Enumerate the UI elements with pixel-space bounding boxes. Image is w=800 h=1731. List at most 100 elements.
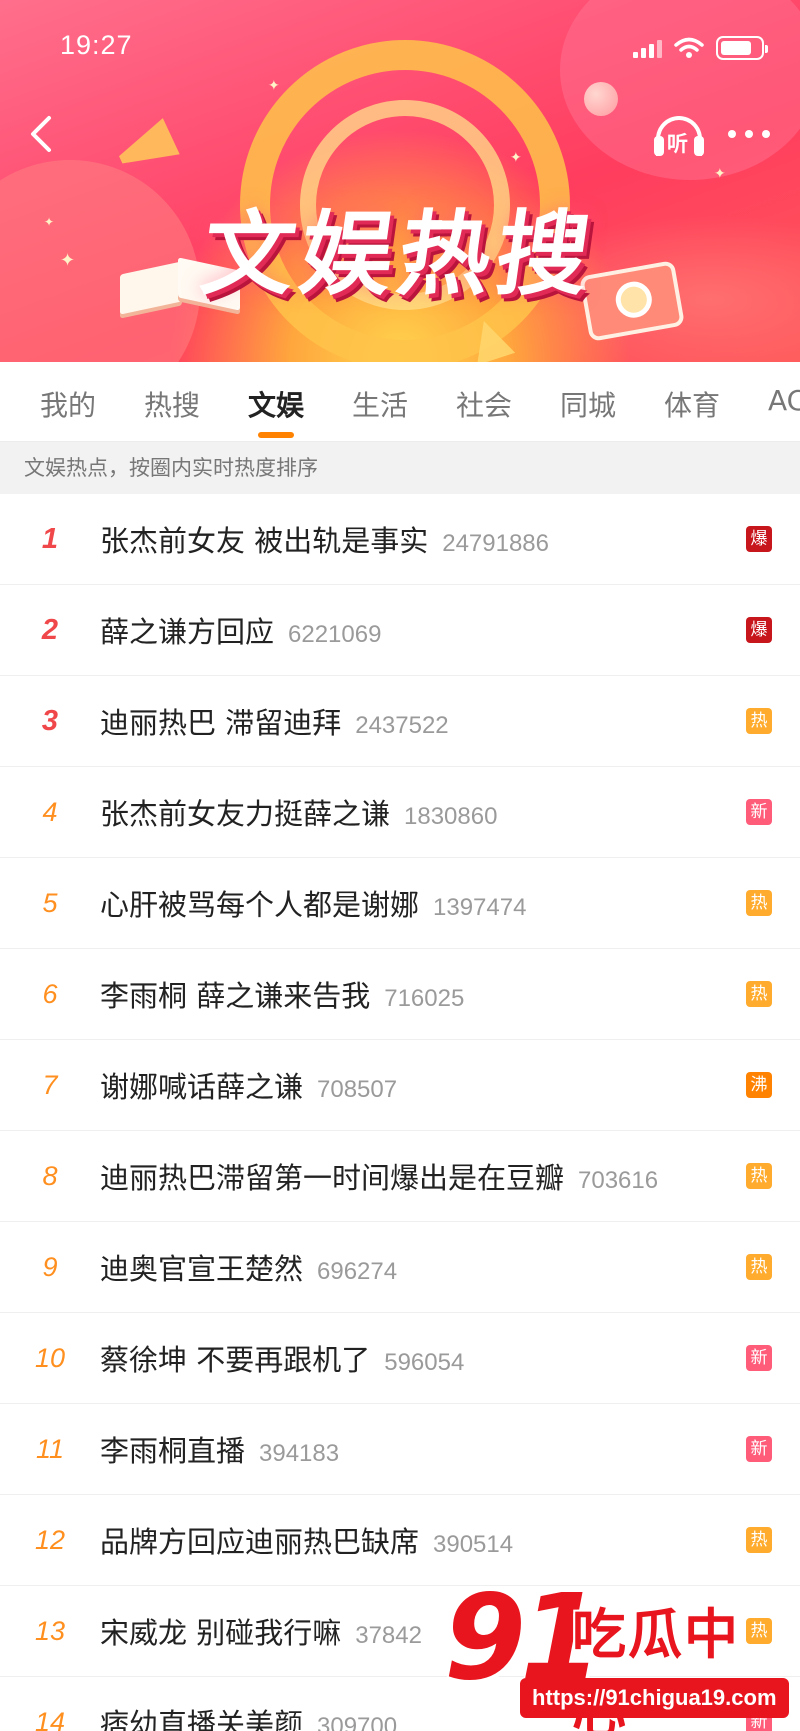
list-item[interactable]: 4 张杰前女友力挺薛之谦 1830860 新 bbox=[0, 767, 800, 858]
item-title-wrap: 谢娜喊话薛之谦 708507 bbox=[100, 1064, 397, 1106]
item-title: 心肝被骂每个人都是谢娜 bbox=[100, 888, 420, 922]
list-item[interactable]: 12 品牌方回应迪丽热巴缺席 390514 热 bbox=[0, 1495, 800, 1586]
item-title-wrap: 蔡徐坤 不要再跟机了 596054 bbox=[100, 1337, 464, 1379]
tab-mine[interactable]: 我的 bbox=[40, 384, 96, 424]
tab-entertainment[interactable]: 文娱 bbox=[248, 384, 304, 424]
status-badge: 爆 bbox=[746, 617, 772, 643]
list-item[interactable]: 5 心肝被骂每个人都是谢娜 1397474 热 bbox=[0, 858, 800, 949]
watermark-logo: 91 吃瓜中心 https://91chigua19.com bbox=[444, 1578, 794, 1731]
heat-count: 394183 bbox=[259, 1440, 340, 1467]
back-button[interactable] bbox=[18, 112, 62, 156]
rank-number: 10 bbox=[34, 1342, 66, 1373]
item-title: 张杰前女友力挺薛之谦 bbox=[100, 797, 391, 831]
tab-life[interactable]: 生活 bbox=[352, 384, 408, 424]
page-title: 文娱热搜 bbox=[195, 201, 603, 308]
list-item[interactable]: 11 李雨桐直播 394183 新 bbox=[0, 1404, 800, 1495]
rank-number: 8 bbox=[42, 1160, 58, 1191]
status-badge: 热 bbox=[746, 1527, 772, 1553]
tab-society[interactable]: 社会 bbox=[456, 384, 512, 424]
tab-sports[interactable]: 体育 bbox=[664, 384, 720, 424]
list-item[interactable]: 9 迪奥官宣王楚然 696274 热 bbox=[0, 1222, 800, 1313]
item-title-wrap: 迪丽热巴 滞留迪拜 2437522 bbox=[100, 700, 449, 742]
list-item[interactable]: 1 张杰前女友 被出轨是事实 24791886 爆 bbox=[0, 494, 800, 585]
item-title: 品牌方回应迪丽热巴缺席 bbox=[100, 1525, 420, 1559]
item-title: 迪奥官宣王楚然 bbox=[100, 1252, 304, 1286]
heat-count: 1830860 bbox=[404, 803, 498, 830]
battery-icon bbox=[716, 36, 768, 60]
tab-city[interactable]: 同城 bbox=[560, 384, 616, 424]
tab-acg[interactable]: AC bbox=[768, 384, 800, 417]
section-description: 文娱热点，按圈内实时热度排序 bbox=[0, 442, 800, 494]
heat-count: 596054 bbox=[384, 1349, 465, 1376]
heat-count: 716025 bbox=[384, 985, 465, 1012]
rank-number: 9 bbox=[42, 1251, 58, 1282]
planet-icon bbox=[584, 82, 618, 116]
item-title: 迪丽热巴 滞留迪拜 bbox=[100, 706, 342, 740]
status-badge: 新 bbox=[746, 799, 772, 825]
category-tabs: 我的 热搜 文娱 生活 社会 同城 体育 AC bbox=[0, 362, 800, 442]
sparkle-icon: ✦ bbox=[510, 150, 522, 166]
rank-number: 1 bbox=[41, 522, 59, 555]
chevron-left-icon bbox=[31, 116, 51, 152]
list-item[interactable]: 2 薛之谦方回应 6221069 爆 bbox=[0, 585, 800, 676]
status-icons bbox=[633, 36, 768, 60]
item-title: 痞幼直播关美颜 bbox=[100, 1707, 304, 1731]
rank-number: 5 bbox=[42, 887, 58, 918]
heat-count: 390514 bbox=[433, 1531, 514, 1558]
rank-number: 11 bbox=[35, 1433, 65, 1464]
item-title-wrap: 品牌方回应迪丽热巴缺席 390514 bbox=[100, 1519, 513, 1561]
list-item[interactable]: 7 谢娜喊话薛之谦 708507 沸 bbox=[0, 1040, 800, 1131]
item-title-wrap: 迪奥官宣王楚然 696274 bbox=[100, 1246, 397, 1288]
header-banner: ✦ ✦ ✦ ✦ ✦ 19:27 听 文娱热搜 bbox=[0, 0, 800, 362]
rank-number: 4 bbox=[42, 796, 58, 827]
item-title-wrap: 李雨桐 薛之谦来告我 716025 bbox=[100, 973, 464, 1015]
item-title: 薛之谦方回应 bbox=[100, 615, 275, 649]
sparkle-icon: ✦ bbox=[268, 78, 280, 94]
watermark-url: https://91chigua19.com bbox=[520, 1678, 789, 1718]
heat-count: 24791886 bbox=[442, 530, 549, 557]
status-badge: 热 bbox=[746, 981, 772, 1007]
item-title: 李雨桐直播 bbox=[100, 1434, 246, 1468]
heat-count: 696274 bbox=[317, 1258, 398, 1285]
rank-number: 13 bbox=[34, 1615, 66, 1646]
item-title: 宋威龙 别碰我行嘛 bbox=[100, 1616, 342, 1650]
tab-hot-search[interactable]: 热搜 bbox=[144, 384, 200, 424]
rank-number: 12 bbox=[34, 1524, 66, 1555]
more-button[interactable] bbox=[728, 124, 778, 144]
list-item[interactable]: 10 蔡徐坤 不要再跟机了 596054 新 bbox=[0, 1313, 800, 1404]
listen-button[interactable]: 听 bbox=[652, 110, 708, 160]
heat-count: 703616 bbox=[578, 1167, 659, 1194]
status-badge: 新 bbox=[746, 1436, 772, 1462]
list-item[interactable]: 8 迪丽热巴滞留第一时间爆出是在豆瓣 703616 热 bbox=[0, 1131, 800, 1222]
item-title: 李雨桐 薛之谦来告我 bbox=[100, 979, 371, 1013]
list-item[interactable]: 3 迪丽热巴 滞留迪拜 2437522 热 bbox=[0, 676, 800, 767]
rank-number: 3 bbox=[41, 704, 59, 737]
heat-count: 6221069 bbox=[288, 621, 382, 648]
item-title-wrap: 迪丽热巴滞留第一时间爆出是在豆瓣 703616 bbox=[100, 1155, 658, 1197]
heat-count: 2437522 bbox=[355, 712, 449, 739]
item-title-wrap: 心肝被骂每个人都是谢娜 1397474 bbox=[100, 882, 526, 924]
rank-number: 2 bbox=[41, 613, 59, 646]
heat-count: 1397474 bbox=[433, 894, 527, 921]
hot-search-list: 1 张杰前女友 被出轨是事实 24791886 爆 2 薛之谦方回应 6221069 爆 3 迪丽… bbox=[0, 494, 800, 1731]
megaphone-icon bbox=[112, 118, 180, 178]
item-title: 张杰前女友 被出轨是事实 bbox=[100, 524, 429, 558]
heat-count: 708507 bbox=[317, 1076, 398, 1103]
status-badge: 沸 bbox=[746, 1072, 772, 1098]
status-time: 19:27 bbox=[60, 30, 133, 60]
tab-active-indicator bbox=[258, 432, 294, 438]
heat-count: 37842 bbox=[355, 1622, 422, 1649]
wifi-icon bbox=[674, 37, 704, 58]
signal-icon bbox=[633, 38, 662, 58]
item-title-wrap: 痞幼直播关美颜 309700 bbox=[100, 1701, 397, 1731]
item-title-wrap: 张杰前女友 被出轨是事实 24791886 bbox=[100, 518, 549, 560]
status-badge: 新 bbox=[746, 1345, 772, 1371]
rank-number: 7 bbox=[42, 1069, 58, 1100]
rank-number: 6 bbox=[42, 978, 58, 1009]
rank-number: 14 bbox=[34, 1706, 66, 1731]
item-title-wrap: 宋威龙 别碰我行嘛 37842 bbox=[100, 1610, 422, 1652]
item-title-wrap: 张杰前女友力挺薛之谦 1830860 bbox=[100, 791, 497, 833]
item-title: 蔡徐坤 不要再跟机了 bbox=[100, 1343, 371, 1377]
item-title-wrap: 李雨桐直播 394183 bbox=[100, 1428, 339, 1470]
list-item[interactable]: 6 李雨桐 薛之谦来告我 716025 热 bbox=[0, 949, 800, 1040]
